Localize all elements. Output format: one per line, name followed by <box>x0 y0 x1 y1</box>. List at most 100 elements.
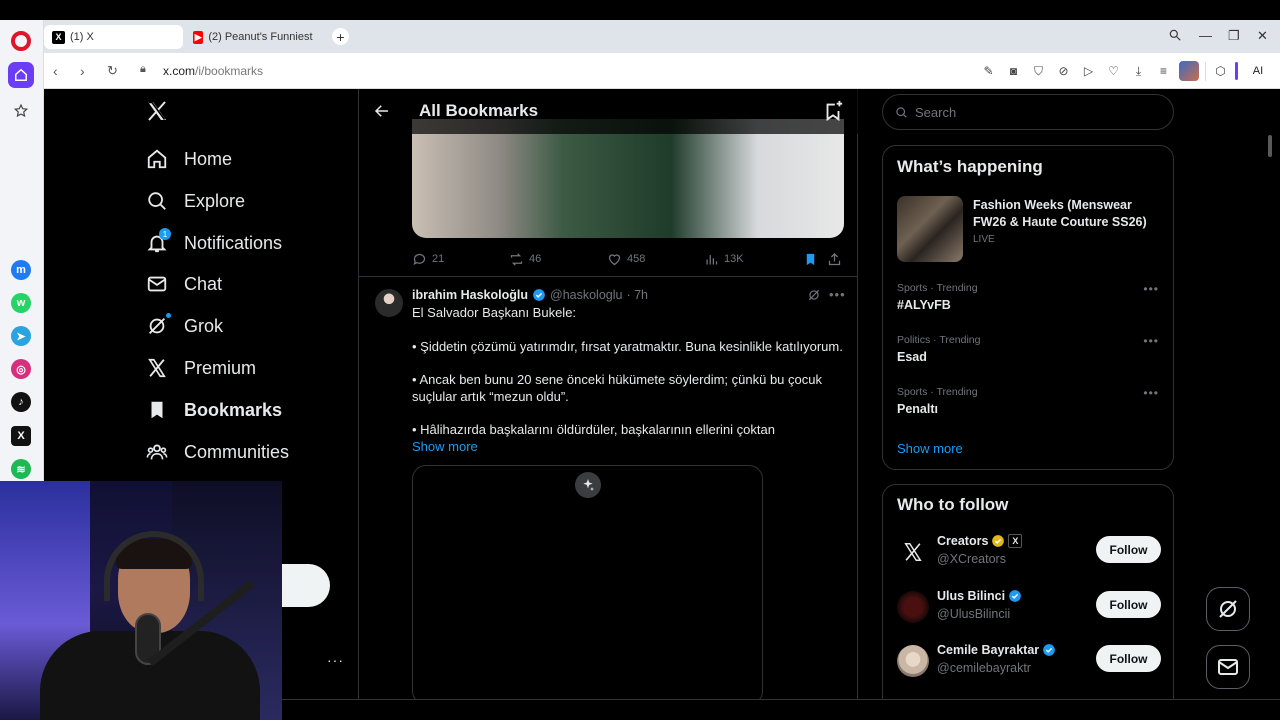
ulus-bilinci-avatar[interactable] <box>897 591 929 623</box>
post-button[interactable] <box>280 564 330 607</box>
url-field[interactable]: x.com/i/bookmarks <box>163 64 263 78</box>
new-bookmark-folder-icon[interactable] <box>822 100 844 122</box>
trend-more-icon[interactable]: ••• <box>1143 386 1159 400</box>
url-path: /i/bookmarks <box>195 64 264 78</box>
vpn-icon[interactable]: ⊘ <box>1054 62 1073 81</box>
ai-label: AI <box>1252 65 1264 77</box>
featured-event-image[interactable] <box>897 196 963 262</box>
reply-button[interactable]: 21 <box>412 252 444 267</box>
messenger-icon[interactable]: m <box>11 260 31 280</box>
bookmark-button[interactable] <box>803 252 818 267</box>
follow-button[interactable]: Follow <box>1096 645 1161 672</box>
spotify-icon[interactable]: ≋ <box>11 459 31 479</box>
opera-logo[interactable] <box>11 31 31 51</box>
pinboard-icon[interactable] <box>8 98 34 124</box>
follow-button[interactable]: Follow <box>1096 591 1161 618</box>
address-bar: ‹ › ↻ 🔒︎ x.com/i/bookmarks ✎ ◙ ⛉ ⊘ ▷ ♡ ⤓… <box>44 53 1280 89</box>
tweet-show-more-link[interactable]: Show more <box>412 439 478 454</box>
grok-explain-icon[interactable] <box>807 288 821 302</box>
creators-avatar[interactable] <box>897 536 929 568</box>
player-icon[interactable]: ▷ <box>1079 62 1098 81</box>
close-window-icon[interactable]: ✕ <box>1257 28 1268 44</box>
nav-grok[interactable]: Grok <box>146 313 223 339</box>
nav-communities[interactable]: Communities <box>146 439 289 465</box>
opera-home-icon[interactable] <box>8 62 34 88</box>
restore-icon[interactable]: ❐ <box>1228 28 1240 44</box>
back-arrow-icon[interactable] <box>373 102 391 120</box>
trend-more-icon[interactable]: ••• <box>1143 334 1159 348</box>
tweet-author-handle[interactable]: @haskologlu <box>550 288 622 302</box>
screen-top-bar <box>0 0 1280 20</box>
nav-label: Notifications <box>184 232 283 253</box>
repost-icon <box>510 252 523 266</box>
minimize-icon[interactable]: — <box>1199 28 1212 43</box>
follow-suggestion[interactable]: Ulus Bilinci @UlusBilincii Follow <box>897 587 1161 627</box>
telegram-icon[interactable]: ➤ <box>11 326 31 346</box>
nav-premium[interactable]: Premium <box>146 355 256 381</box>
whatsapp-icon[interactable]: w <box>11 293 31 313</box>
repost-button[interactable]: 46 <box>509 252 541 267</box>
tweet-author-name[interactable]: ibrahim Haskoloğlu <box>412 288 528 302</box>
menu-icon[interactable]: ≡ <box>1154 62 1173 81</box>
tab-search-icon[interactable] <box>1168 28 1182 42</box>
verified-badge-icon <box>1009 590 1021 602</box>
trend-item[interactable]: Politics · Trending Esad ••• <box>897 334 1159 364</box>
profile-avatar[interactable] <box>1179 61 1199 81</box>
messages-fab-button[interactable] <box>1206 645 1250 689</box>
ai-button[interactable]: AI <box>1244 62 1272 81</box>
tweet-author-avatar[interactable] <box>375 289 403 317</box>
follow-button[interactable]: Follow <box>1096 536 1161 563</box>
tiktok-icon[interactable]: ♪ <box>11 392 31 412</box>
repost-count: 46 <box>529 253 542 265</box>
follow-suggestion[interactable]: Creators X @XCreators Follow <box>897 532 1161 572</box>
nav-explore[interactable]: Explore <box>146 188 245 214</box>
trend-item[interactable]: Sports · Trending Penaltı ••• <box>897 386 1159 416</box>
page-scrollbar[interactable] <box>1266 91 1276 698</box>
like-button[interactable]: 458 <box>607 252 645 267</box>
cemile-bayraktar-avatar[interactable] <box>897 645 929 677</box>
edit-icon[interactable]: ✎ <box>979 62 998 81</box>
camera-icon[interactable]: ◙ <box>1004 62 1023 81</box>
featured-event-status: LIVE <box>973 234 995 245</box>
grok-fab-button[interactable] <box>1206 587 1250 631</box>
download-icon[interactable]: ⤓ <box>1129 62 1148 81</box>
trend-name: Penaltı <box>897 402 938 416</box>
trends-show-more-link[interactable]: Show more <box>897 441 963 456</box>
instagram-icon[interactable]: ◎ <box>11 359 31 379</box>
nav-chat[interactable]: Chat <box>146 271 222 297</box>
tweet-media-image[interactable] <box>412 119 844 238</box>
forward-icon[interactable]: › <box>80 63 85 79</box>
heart-icon[interactable]: ♡ <box>1104 62 1123 81</box>
follow-name[interactable]: Cemile Bayraktar <box>937 643 1039 657</box>
tab-x[interactable]: X (1) X <box>44 25 183 49</box>
scrollbar-thumb[interactable] <box>1268 135 1272 157</box>
nav-home[interactable]: Home <box>146 146 232 172</box>
tweet-video[interactable] <box>412 465 763 700</box>
back-icon[interactable]: ‹ <box>53 63 58 79</box>
views-button[interactable]: 13K <box>704 252 744 267</box>
x-logo-icon[interactable] <box>145 99 169 123</box>
share-button[interactable] <box>827 252 842 267</box>
follow-name[interactable]: Creators <box>937 534 988 548</box>
new-tab-button[interactable]: + <box>332 28 349 45</box>
tweet-more-icon[interactable]: ••• <box>829 287 846 302</box>
x-app-icon[interactable]: X <box>11 426 31 446</box>
extensions-icon[interactable]: ⬡ <box>1205 61 1229 81</box>
reload-icon[interactable]: ↻ <box>107 63 118 79</box>
grok-dot <box>166 313 171 318</box>
lock-icon: 🔒︎ <box>140 63 146 75</box>
nav-bookmarks[interactable]: Bookmarks <box>146 397 282 423</box>
nav-notifications[interactable]: 1 Notifications <box>146 228 283 256</box>
tweet-time[interactable]: · 7h <box>626 288 648 302</box>
notification-badge: 1 <box>159 228 171 240</box>
account-more-icon[interactable]: ··· <box>327 652 344 668</box>
featured-event-title[interactable]: Fashion Weeks (Menswear FW26 & Haute Cou… <box>973 197 1163 231</box>
tab-youtube[interactable]: ▶ (2) Peanut's Funniest Mom <box>185 25 321 49</box>
trend-more-icon[interactable]: ••• <box>1143 282 1159 296</box>
follow-name[interactable]: Ulus Bilinci <box>937 589 1005 603</box>
grok-sparkle-icon[interactable] <box>575 472 601 498</box>
search-input[interactable]: Search <box>882 94 1174 130</box>
shield-icon[interactable]: ⛉ <box>1029 62 1048 81</box>
follow-suggestion[interactable]: Cemile Bayraktar @cemilebayraktr Follow <box>897 641 1161 681</box>
trend-item[interactable]: Sports · Trending #ALYvFB ••• <box>897 282 1159 312</box>
